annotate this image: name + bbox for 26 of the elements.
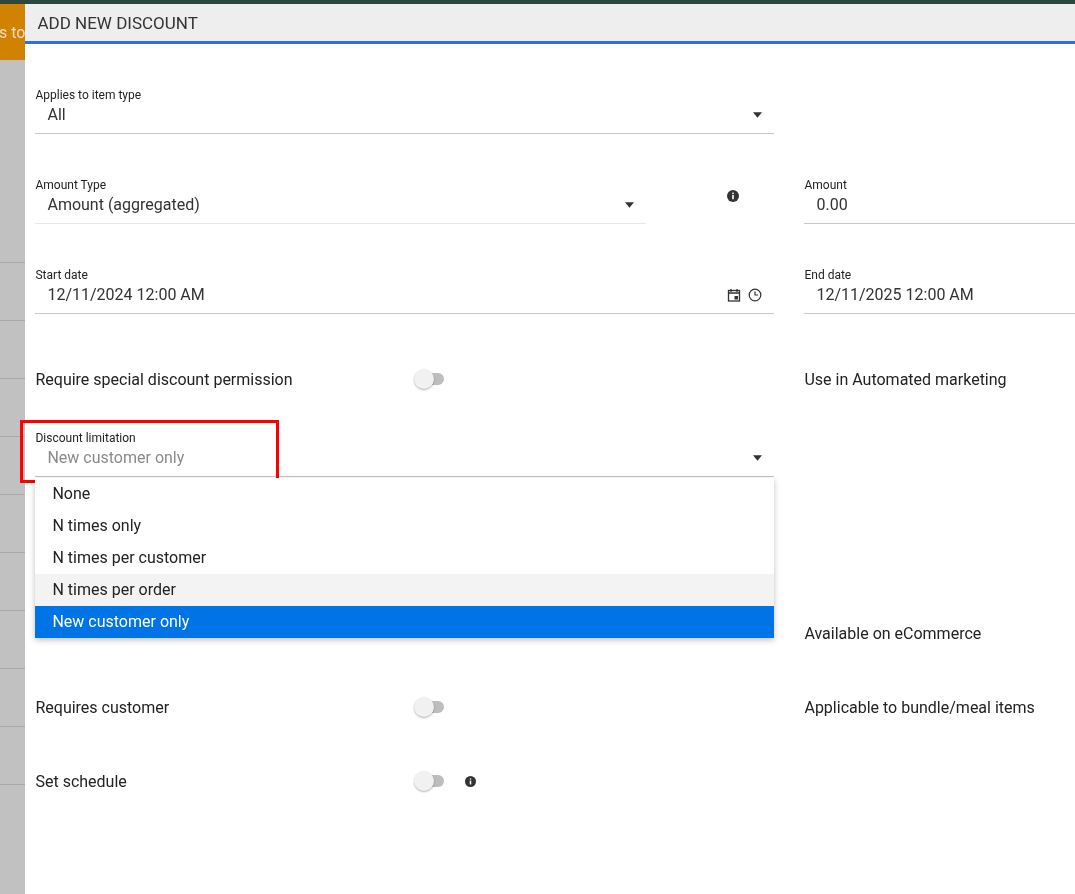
select-field[interactable]: Applies to item type All — [35, 86, 775, 134]
caret-icon — [753, 454, 763, 461]
caret-icon — [753, 111, 763, 118]
toggle-label: Set schedule — [35, 771, 128, 791]
dropdown-option[interactable]: N times only — [35, 510, 775, 542]
caret-icon — [625, 201, 635, 208]
info-icon[interactable] — [465, 775, 477, 787]
calendar-icon[interactable] — [727, 287, 742, 302]
toggle-label: Applicable to bundle/meal items — [804, 697, 1036, 717]
dropdown-option[interactable]: None — [35, 478, 775, 510]
date-field[interactable]: Start date 12/11/2024 12:00 AM — [35, 266, 775, 314]
select-field[interactable]: Amount Type Amount (aggregated) — [35, 176, 647, 224]
toggle-label: Use in Automated marketing — [804, 369, 1008, 389]
toggle-label: Requires customer — [35, 697, 171, 717]
info-icon[interactable] — [727, 190, 740, 202]
toggle-label: Available on eCommerce — [804, 623, 983, 643]
dropdown-option[interactable]: N times per customer — [35, 542, 775, 574]
select-field[interactable]: Discount limitation New customer only — [35, 429, 775, 477]
date-field[interactable]: End date 12/11/2025 12:00 AM — [804, 266, 1075, 314]
clock-icon[interactable] — [748, 287, 763, 302]
dropdown-option[interactable]: New customer only — [35, 606, 775, 638]
toggle-label: Require special discount permission — [35, 369, 294, 389]
banner-text: s to — [0, 22, 26, 42]
input-field[interactable]: Amount 0.00 — [804, 176, 1075, 224]
dropdown-option[interactable]: N times per order — [35, 574, 775, 606]
dialog-title: ADD NEW DISCOUNT — [37, 12, 198, 33]
